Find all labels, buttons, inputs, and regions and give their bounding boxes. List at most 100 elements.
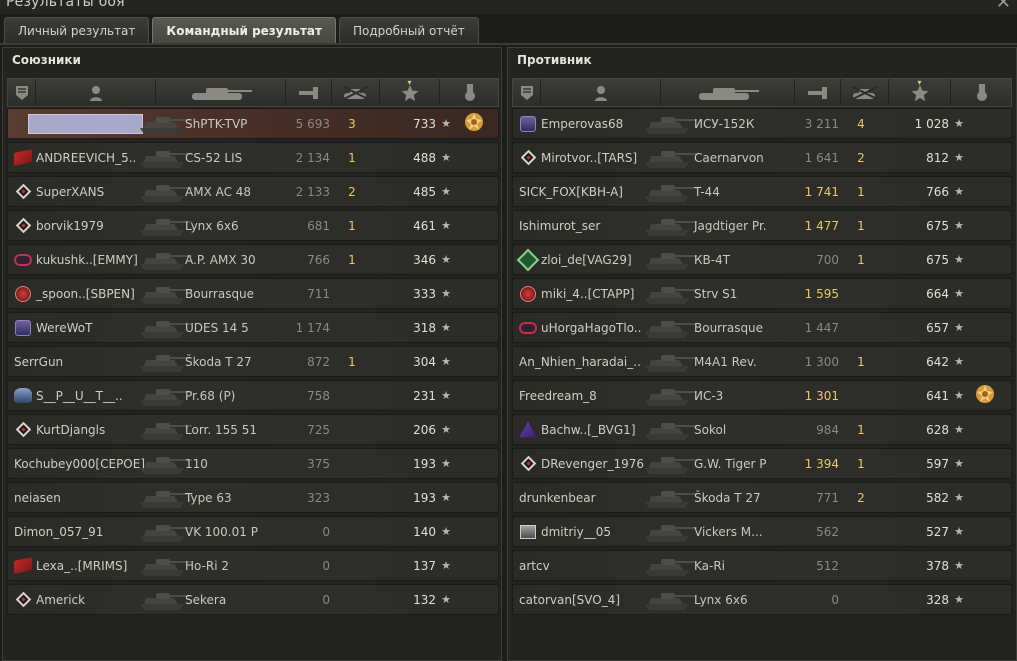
allies-column-header: ▾ xyxy=(7,78,500,107)
close-button[interactable]: ✕ xyxy=(996,0,1011,13)
enemies-player-row[interactable]: zloi_de[VAG29] КВ-4Т 700 1 675 ★ xyxy=(512,244,1012,275)
player-name[interactable]: _spoon..[SBPEN] xyxy=(36,287,135,301)
column-damage-header[interactable] xyxy=(286,79,332,106)
enemies-player-row[interactable]: drunkenbear Škoda T 27 771 2 582 ★ xyxy=(512,482,1012,513)
column-xp-star-header[interactable]: ▾ xyxy=(380,78,440,106)
rank-icon xyxy=(15,85,29,101)
column-medal-header[interactable] xyxy=(440,79,500,106)
player-name[interactable]: KurtDjangls xyxy=(36,423,105,437)
player-name[interactable]: ANDREEVICH_5.. xyxy=(36,151,136,165)
enemies-player-row[interactable]: Ishimurot_ser Jagdtiger Pr. 1 477 1 675 ★ xyxy=(512,210,1012,241)
player-name[interactable]: kukushk..[EMMY] xyxy=(36,253,138,267)
column-medal-header[interactable] xyxy=(951,79,1013,106)
column-vehicle-header[interactable] xyxy=(156,79,286,106)
enemies-player-row[interactable]: An_Nhien_haradai_.. M4A1 Rev. 1 300 1 642 ★ xyxy=(512,346,1012,377)
xp-value: 193 xyxy=(413,456,436,471)
player-name[interactable]: zloi_de[VAG29] xyxy=(541,253,632,267)
allies-player-row[interactable]: ShPTK-TVP 5 693 3 733 ★ xyxy=(7,108,499,139)
player-name[interactable]: DRevenger_1976 xyxy=(541,457,644,471)
enemies-player-row[interactable]: artcv Ka-Ri 512 378 ★ xyxy=(512,550,1012,581)
allies-player-row[interactable]: neiasen Type 63 323 193 ★ xyxy=(7,482,499,513)
allies-player-row[interactable]: Americk Sekera 0 132 ★ xyxy=(7,584,499,615)
player-name[interactable]: S__P__U__T__.. xyxy=(36,389,123,403)
clan-tank-icon xyxy=(519,319,537,337)
enemies-player-row[interactable]: uHorgaHagoTlo.. Bourrasque 1 447 657 ★ xyxy=(512,312,1012,343)
allies-player-row[interactable]: SerrGun Škoda T 27 872 1 304 ★ xyxy=(7,346,499,377)
player-name[interactable]: Emperovas68 xyxy=(541,117,623,131)
player-name[interactable]: Bachw..[_BVG1] xyxy=(541,423,636,437)
allies-player-row[interactable]: ANDREEVICH_5.. CS-52 LIS 2 134 1 488 ★ xyxy=(7,142,499,173)
player-name[interactable]: borvik1979 xyxy=(36,219,104,233)
player-name[interactable]: artcv xyxy=(519,559,550,573)
vehicle-silhouette-icon xyxy=(641,211,701,240)
player-name[interactable]: SerrGun xyxy=(14,355,63,369)
xp-star-icon: ★ xyxy=(954,525,964,538)
player-name[interactable]: Kochubey000[CEPOE] xyxy=(14,457,145,471)
enemies-player-row[interactable]: SICK_FOX[KBH-A] T-44 1 741 1 766 ★ xyxy=(512,176,1012,207)
player-name[interactable]: Americk xyxy=(36,593,85,607)
column-rank-header[interactable] xyxy=(513,79,541,106)
xp-value: 488 xyxy=(413,150,436,165)
column-rank-header[interactable] xyxy=(8,79,36,106)
gear-medal-icon[interactable] xyxy=(463,111,485,136)
gear-medal-icon[interactable] xyxy=(974,383,996,408)
allies-player-row[interactable]: KurtDjangls Lorr. 155 51 725 206 ★ xyxy=(7,414,499,445)
allies-player-row[interactable]: Dimon_057_91 VK 100.01 P 0 140 ★ xyxy=(7,516,499,547)
player-name[interactable]: uHorgaHagoTlo.. xyxy=(541,321,641,335)
column-frags-header[interactable] xyxy=(841,79,889,106)
allies-player-row[interactable]: SuperXANS AMX AC 48 2 133 2 485 ★ xyxy=(7,176,499,207)
tab-detailed-report[interactable]: Подробный отчёт xyxy=(338,17,479,44)
clan-round-icon xyxy=(519,285,537,303)
column-frags-header[interactable] xyxy=(332,79,380,106)
column-damage-header[interactable] xyxy=(795,79,841,106)
enemies-player-row[interactable]: dmitriy__05 Vickers M... 562 527 ★ xyxy=(512,516,1012,547)
enemies-player-row[interactable]: Emperovas68 ИСУ-152К 3 211 4 1 028 ★ xyxy=(512,108,1012,139)
player-name[interactable]: drunkenbear xyxy=(519,491,596,505)
enemies-player-row[interactable]: Mirotvor..[TARS] Caernarvon 1 641 2 812 ★ xyxy=(512,142,1012,173)
player-name[interactable]: neiasen xyxy=(14,491,61,505)
column-xp-star-header[interactable]: ▾ xyxy=(889,78,951,106)
xp-value: 1 028 xyxy=(914,116,949,131)
vehicle-silhouette-icon xyxy=(641,517,701,546)
player-name[interactable]: An_Nhien_haradai_.. xyxy=(519,355,641,369)
column-vehicle-header[interactable] xyxy=(661,79,795,106)
xp-star-icon: ★ xyxy=(441,593,451,606)
player-name[interactable]: WereWoT xyxy=(36,321,92,335)
player-name[interactable]: dmitriy__05 xyxy=(541,525,611,539)
column-player-header[interactable] xyxy=(36,79,156,106)
xp-star-icon: ★ xyxy=(954,593,964,606)
player-name[interactable]: miki_4..[CTAPP] xyxy=(541,287,634,301)
column-player-header[interactable] xyxy=(541,79,661,106)
medal-cell xyxy=(454,143,494,172)
player-name[interactable]: SICK_FOX[KBH-A] xyxy=(519,185,623,199)
allies-player-row[interactable]: Lexa_..[MRIMS] Ho-Ri 2 0 137 ★ xyxy=(7,550,499,581)
enemies-player-row[interactable]: Bachw..[_BVG1] Sokol 984 1 628 ★ xyxy=(512,414,1012,445)
frags-value xyxy=(338,585,366,614)
player-icon xyxy=(594,85,608,101)
tab-team-result[interactable]: Командный результат xyxy=(152,17,336,44)
clan-wolf-icon xyxy=(14,387,32,405)
enemies-player-row[interactable]: DRevenger_1976 G.W. Tiger P1 394 1 597 ★ xyxy=(512,448,1012,479)
player-name[interactable]: Lexa_..[MRIMS] xyxy=(36,559,127,573)
vehicle-silhouette-icon xyxy=(641,449,701,478)
allies-player-row[interactable]: _spoon..[SBPEN] Bourrasque 711 333 ★ xyxy=(7,278,499,309)
player-name[interactable]: Mirotvor..[TARS] xyxy=(541,151,637,165)
player-name[interactable]: SuperXANS xyxy=(36,185,104,199)
allies-player-row[interactable]: S__P__U__T__.. Pr.68 (P) 758 231 ★ xyxy=(7,380,499,411)
allies-player-row[interactable]: WereWoT UDES 14 51 174 318 ★ xyxy=(7,312,499,343)
sort-indicator-icon: ▾ xyxy=(407,78,412,87)
enemies-player-row[interactable]: miki_4..[CTAPP] Strv S1 1 595 664 ★ xyxy=(512,278,1012,309)
enemies-player-row[interactable]: catorvan[SVO_4] Lynx 6x6 0 328 ★ xyxy=(512,584,1012,615)
player-name[interactable]: Ishimurot_ser xyxy=(519,219,600,233)
enemies-player-row[interactable]: Freedream_8 ИС-3 1 301 641 ★ xyxy=(512,380,1012,411)
allies-player-row[interactable]: kukushk..[EMMY] A.P. AMX 30 766 1 346 ★ xyxy=(7,244,499,275)
allies-player-row[interactable]: Kochubey000[CEPOE] 110 375 193 ★ xyxy=(7,448,499,479)
player-name[interactable]: Freedream_8 xyxy=(519,389,597,403)
allies-player-row[interactable]: borvik1979 Lynx 6x6 681 1 461 ★ xyxy=(7,210,499,241)
clan-flag-red-icon xyxy=(14,557,32,575)
player-name[interactable]: catorvan[SVO_4] xyxy=(519,593,620,607)
frags-value: 1 xyxy=(857,184,865,199)
medal-cell xyxy=(454,585,494,614)
tab-personal-result[interactable]: Личный результат xyxy=(4,17,150,44)
player-name[interactable]: Dimon_057_91 xyxy=(14,525,103,539)
